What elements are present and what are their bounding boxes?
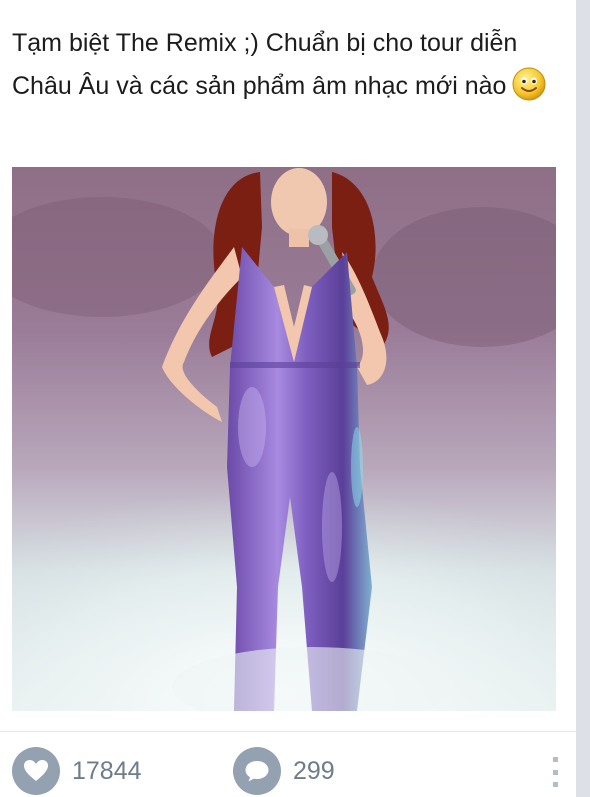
smiling-face-emoji-icon xyxy=(512,67,546,101)
comment-count: 299 xyxy=(293,756,335,785)
more-dot xyxy=(552,782,558,787)
performer-photo xyxy=(12,167,556,711)
heart-icon xyxy=(12,747,60,795)
post-caption-text: Tạm biệt The Remix ;) Chuẩn bị cho tour … xyxy=(12,29,518,100)
actions-divider xyxy=(0,731,576,732)
post-photo[interactable] xyxy=(12,167,556,711)
more-vertical-icon[interactable] xyxy=(548,757,562,787)
comment-bubble-icon xyxy=(233,747,281,795)
more-dot xyxy=(552,769,558,775)
scroll-gutter xyxy=(576,0,590,797)
post-caption: Tạm biệt The Remix ;) Chuẩn bị cho tour … xyxy=(12,22,562,108)
like-count: 17844 xyxy=(72,756,142,785)
like-button[interactable]: 17844 xyxy=(12,746,142,796)
more-dot xyxy=(552,757,558,762)
comment-button[interactable]: 299 xyxy=(233,746,335,796)
post-card: Tạm biệt The Remix ;) Chuẩn bị cho tour … xyxy=(0,0,576,797)
